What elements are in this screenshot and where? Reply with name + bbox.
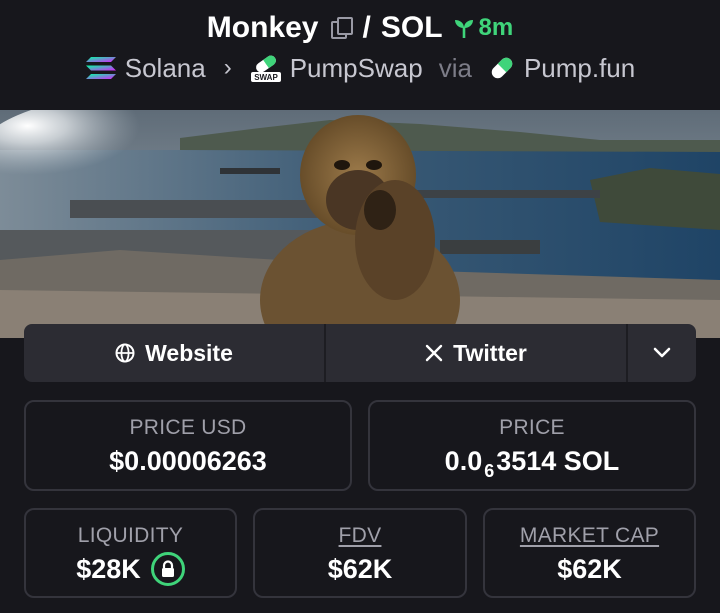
price-native-label: PRICE	[499, 416, 565, 439]
chevron-right-icon: ›	[223, 54, 232, 81]
market-cap-label[interactable]: MARKET CAP	[485, 524, 694, 548]
price-usd-card: PRICE USD $0.00006263	[24, 400, 352, 491]
market-cap-value: $62K	[485, 554, 694, 585]
liquidity-value: $28K	[26, 552, 235, 586]
quote-token: SOL	[380, 11, 443, 44]
copy-icon[interactable]	[330, 17, 353, 39]
chevron-down-icon	[653, 347, 671, 358]
price-usd-label: PRICE USD	[129, 416, 247, 439]
solana-icon	[85, 57, 116, 79]
twitter-label: Twitter	[453, 339, 527, 366]
pair-age-value: 8m	[478, 14, 514, 41]
fdv-card: FDV $62K	[253, 508, 467, 598]
pair-age: 8m	[453, 14, 514, 42]
pill-icon	[491, 57, 513, 79]
fdv-label[interactable]: FDV	[255, 524, 465, 548]
price-native-prefix: 0.0	[444, 446, 483, 476]
pair-separator: /	[362, 11, 371, 44]
launchpad-name[interactable]: Pump.fun	[524, 53, 635, 84]
market-cap-amount: $62K	[557, 554, 622, 584]
token-name: Monkey	[206, 11, 319, 44]
pumpswap-icon: SWAP	[250, 55, 281, 82]
sprout-icon	[454, 20, 473, 38]
x-icon	[425, 344, 443, 362]
price-native-card: PRICE 0.0 6 3514 SOL	[368, 400, 696, 491]
price-usd-value: $0.00006263	[26, 446, 350, 477]
dex-badge-text: SWAP	[254, 73, 278, 82]
via-label: via	[438, 52, 472, 83]
fdv-amount: $62K	[327, 554, 393, 584]
price-native-value: 0.0 6 3514 SOL	[370, 446, 694, 481]
globe-icon	[115, 343, 135, 363]
website-button[interactable]: Website	[24, 324, 326, 382]
price-native-zero-count: 6	[484, 461, 495, 481]
liquidity-amount: $28K	[76, 553, 141, 584]
price-usd-amount: $0.00006263	[109, 446, 267, 476]
lock-icon[interactable]	[150, 552, 185, 586]
twitter-button[interactable]: Twitter	[326, 324, 628, 382]
chain-name[interactable]: Solana	[125, 53, 206, 84]
fdv-value: $62K	[255, 554, 465, 585]
website-label: Website	[145, 339, 233, 366]
pair-title-row: Monkey / SOL 8m	[0, 8, 720, 48]
more-links-button[interactable]	[628, 324, 696, 382]
dex-name[interactable]: PumpSwap	[290, 53, 423, 84]
pair-source-row: Solana › SWAP PumpSwap via Pump.fun	[0, 50, 720, 86]
liquidity-card: LIQUIDITY $28K	[24, 508, 237, 598]
liquidity-label: LIQUIDITY	[77, 524, 184, 547]
price-native-rest: 3514 SOL	[496, 446, 620, 476]
social-links-bar: Website Twitter	[24, 324, 696, 382]
token-banner-image	[0, 110, 720, 338]
pair-header: Monkey / SOL 8m Solana › SWAP PumpSwap v…	[0, 0, 720, 110]
market-cap-card: MARKET CAP $62K	[483, 508, 696, 598]
